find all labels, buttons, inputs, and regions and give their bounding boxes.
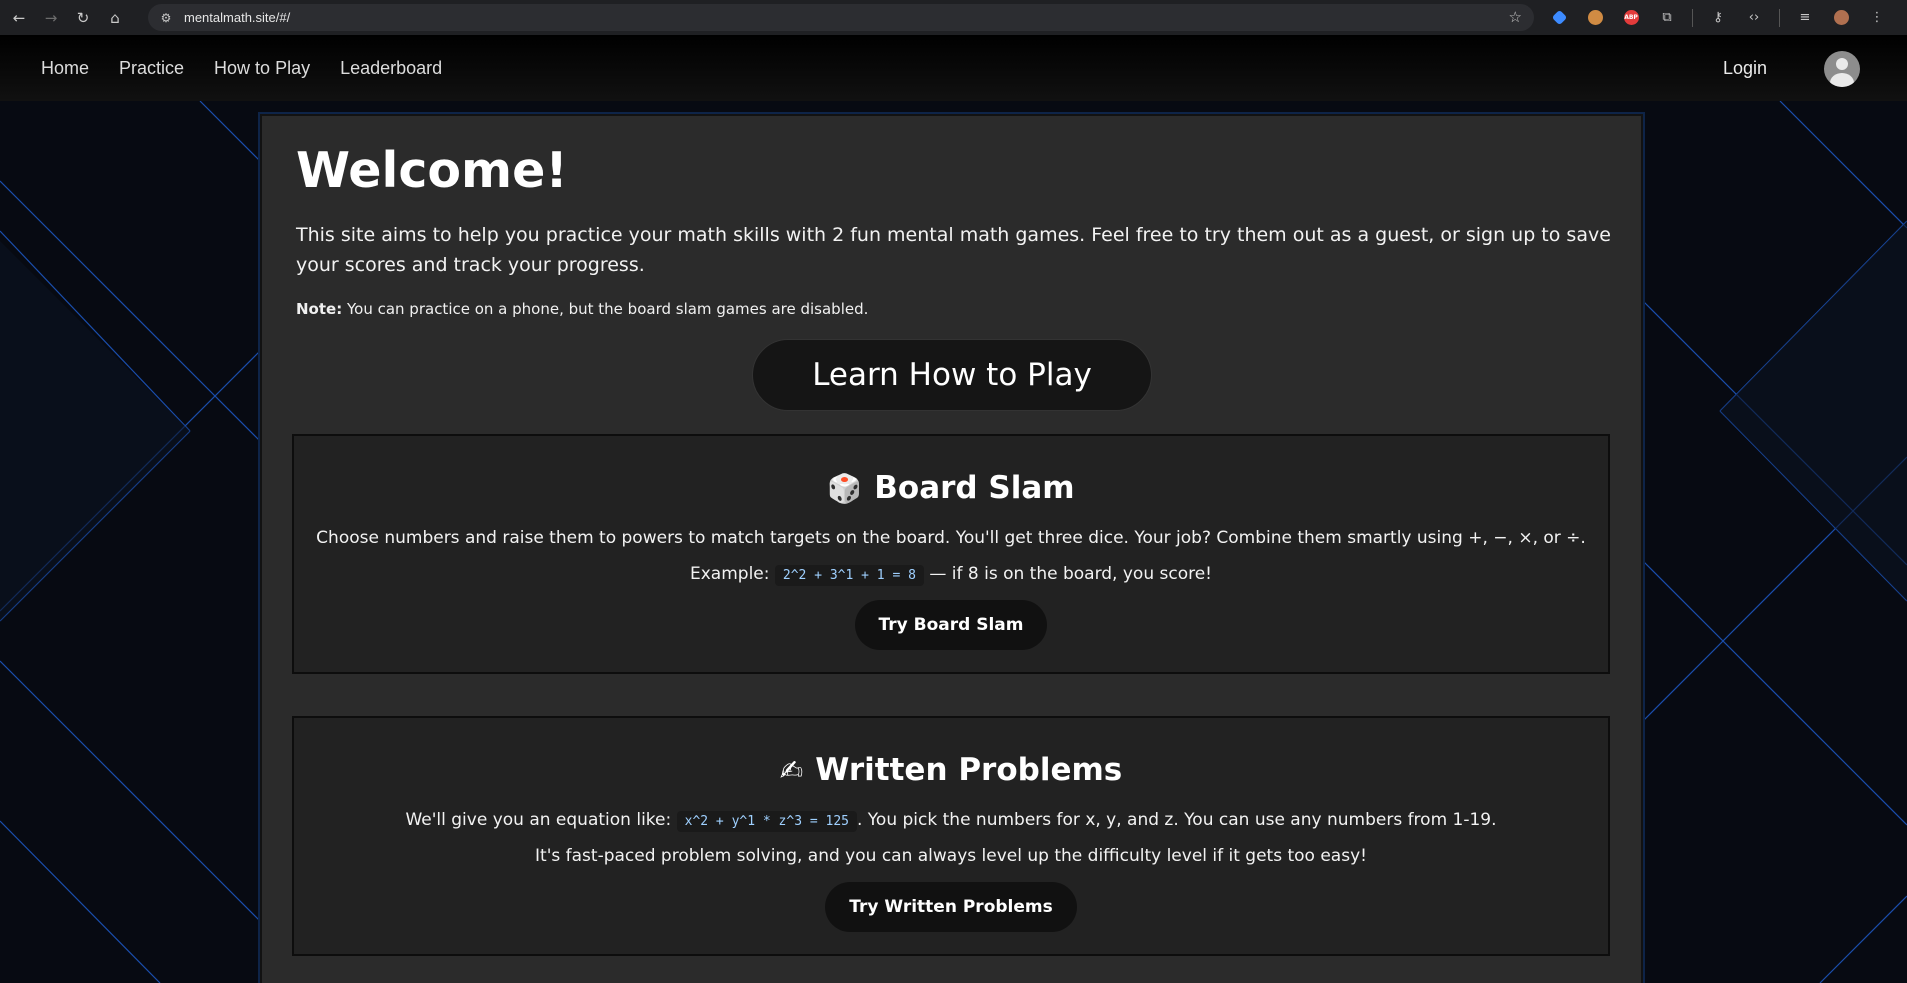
board-slam-example: Example: 2^2 + 3^1 + 1 = 8 — if 8 is on … xyxy=(294,564,1608,586)
learn-how-to-play-button[interactable]: Learn How to Play xyxy=(752,339,1152,411)
welcome-card: Welcome! This site aims to help you prac… xyxy=(260,114,1643,983)
try-board-slam-button[interactable]: Try Board Slam xyxy=(854,600,1048,650)
browser-menu-icon[interactable]: ⋮ xyxy=(1866,7,1888,29)
site-navbar: Home Practice How to Play Leaderboard Lo… xyxy=(0,35,1907,101)
board-slam-section: 🎲 Board Slam Choose numbers and raise the… xyxy=(292,434,1610,674)
board-slam-heading: Board Slam xyxy=(874,470,1075,506)
url-text[interactable]: mentalmath.site/#/ xyxy=(184,10,290,25)
written-problems-description-2: It's fast-paced problem solving, and you… xyxy=(535,846,1367,866)
nav-how-to-play[interactable]: How to Play xyxy=(214,58,310,79)
nav-links: Home Practice How to Play Leaderboard xyxy=(41,58,472,79)
site-info-icon[interactable]: ⚙ xyxy=(158,11,174,25)
written-problems-description: We'll give you an equation like: x^2 + y… xyxy=(294,810,1608,832)
board-slam-description: Choose numbers and raise them to powers … xyxy=(316,528,1586,548)
devtools-code-icon[interactable]: ‹› xyxy=(1743,7,1765,29)
writing-hand-icon: ✍ xyxy=(779,754,804,787)
extensions-bar: ABP ⧉ ⚷ ‹› ≡ ⋮ xyxy=(1548,0,1902,35)
example-label: Example: xyxy=(690,564,770,584)
login-link[interactable]: Login xyxy=(1723,58,1767,79)
browser-toolbar: ← → ↻ ⌂ ⚙ mentalmath.site/#/ ☆ ABP ⧉ ⚷ ‹… xyxy=(0,0,1907,35)
nav-home[interactable]: Home xyxy=(41,58,89,79)
intro-text: This site aims to help you practice your… xyxy=(296,224,1611,276)
written-problems-section: ✍ Written Problems We'll give you an equa… xyxy=(292,716,1610,956)
note-text: Note: You can practice on a phone, but t… xyxy=(296,300,868,318)
dice-icon: 🎲 xyxy=(827,472,863,505)
written-problems-title: ✍ Written Problems xyxy=(294,748,1608,792)
passwords-key-icon[interactable]: ⚷ xyxy=(1707,7,1729,29)
example-suffix: — if 8 is on the board, you score! xyxy=(929,564,1212,584)
extensions-puzzle-icon[interactable]: ⧉ xyxy=(1656,7,1678,29)
desc-prefix: We'll give you an equation like: xyxy=(405,810,672,830)
home-icon[interactable]: ⌂ xyxy=(102,5,128,31)
example-code: 2^2 + 3^1 + 1 = 8 xyxy=(774,565,924,586)
forward-icon[interactable]: → xyxy=(38,5,64,31)
board-slam-title: 🎲 Board Slam xyxy=(294,466,1608,510)
note-body: You can practice on a phone, but the boa… xyxy=(342,300,869,318)
bookmark-star-icon[interactable]: ☆ xyxy=(1509,8,1522,26)
page-title: Welcome! xyxy=(296,142,568,199)
equation-code: x^2 + y^1 * z^3 = 125 xyxy=(676,811,857,832)
desc-suffix: . You pick the numbers for x, y, and z. … xyxy=(857,810,1497,830)
nav-practice[interactable]: Practice xyxy=(119,58,184,79)
nav-leaderboard[interactable]: Leaderboard xyxy=(340,58,442,79)
back-icon[interactable]: ← xyxy=(6,5,32,31)
written-problems-heading: Written Problems xyxy=(815,752,1123,788)
extension-face-icon[interactable] xyxy=(1584,7,1606,29)
toolbar-divider xyxy=(1692,8,1693,27)
extension-gem-icon[interactable] xyxy=(1548,7,1570,29)
adblock-plus-icon[interactable]: ABP xyxy=(1620,7,1642,29)
user-avatar-icon[interactable] xyxy=(1824,51,1860,87)
toolbar-divider xyxy=(1779,8,1780,27)
address-bar[interactable]: ⚙ mentalmath.site/#/ ☆ xyxy=(148,4,1534,31)
try-written-problems-button[interactable]: Try Written Problems xyxy=(825,882,1077,932)
note-label: Note: xyxy=(296,300,343,318)
profile-avatar-icon[interactable] xyxy=(1830,7,1852,29)
reload-icon[interactable]: ↻ xyxy=(70,5,96,31)
reading-list-icon[interactable]: ≡ xyxy=(1794,7,1816,29)
